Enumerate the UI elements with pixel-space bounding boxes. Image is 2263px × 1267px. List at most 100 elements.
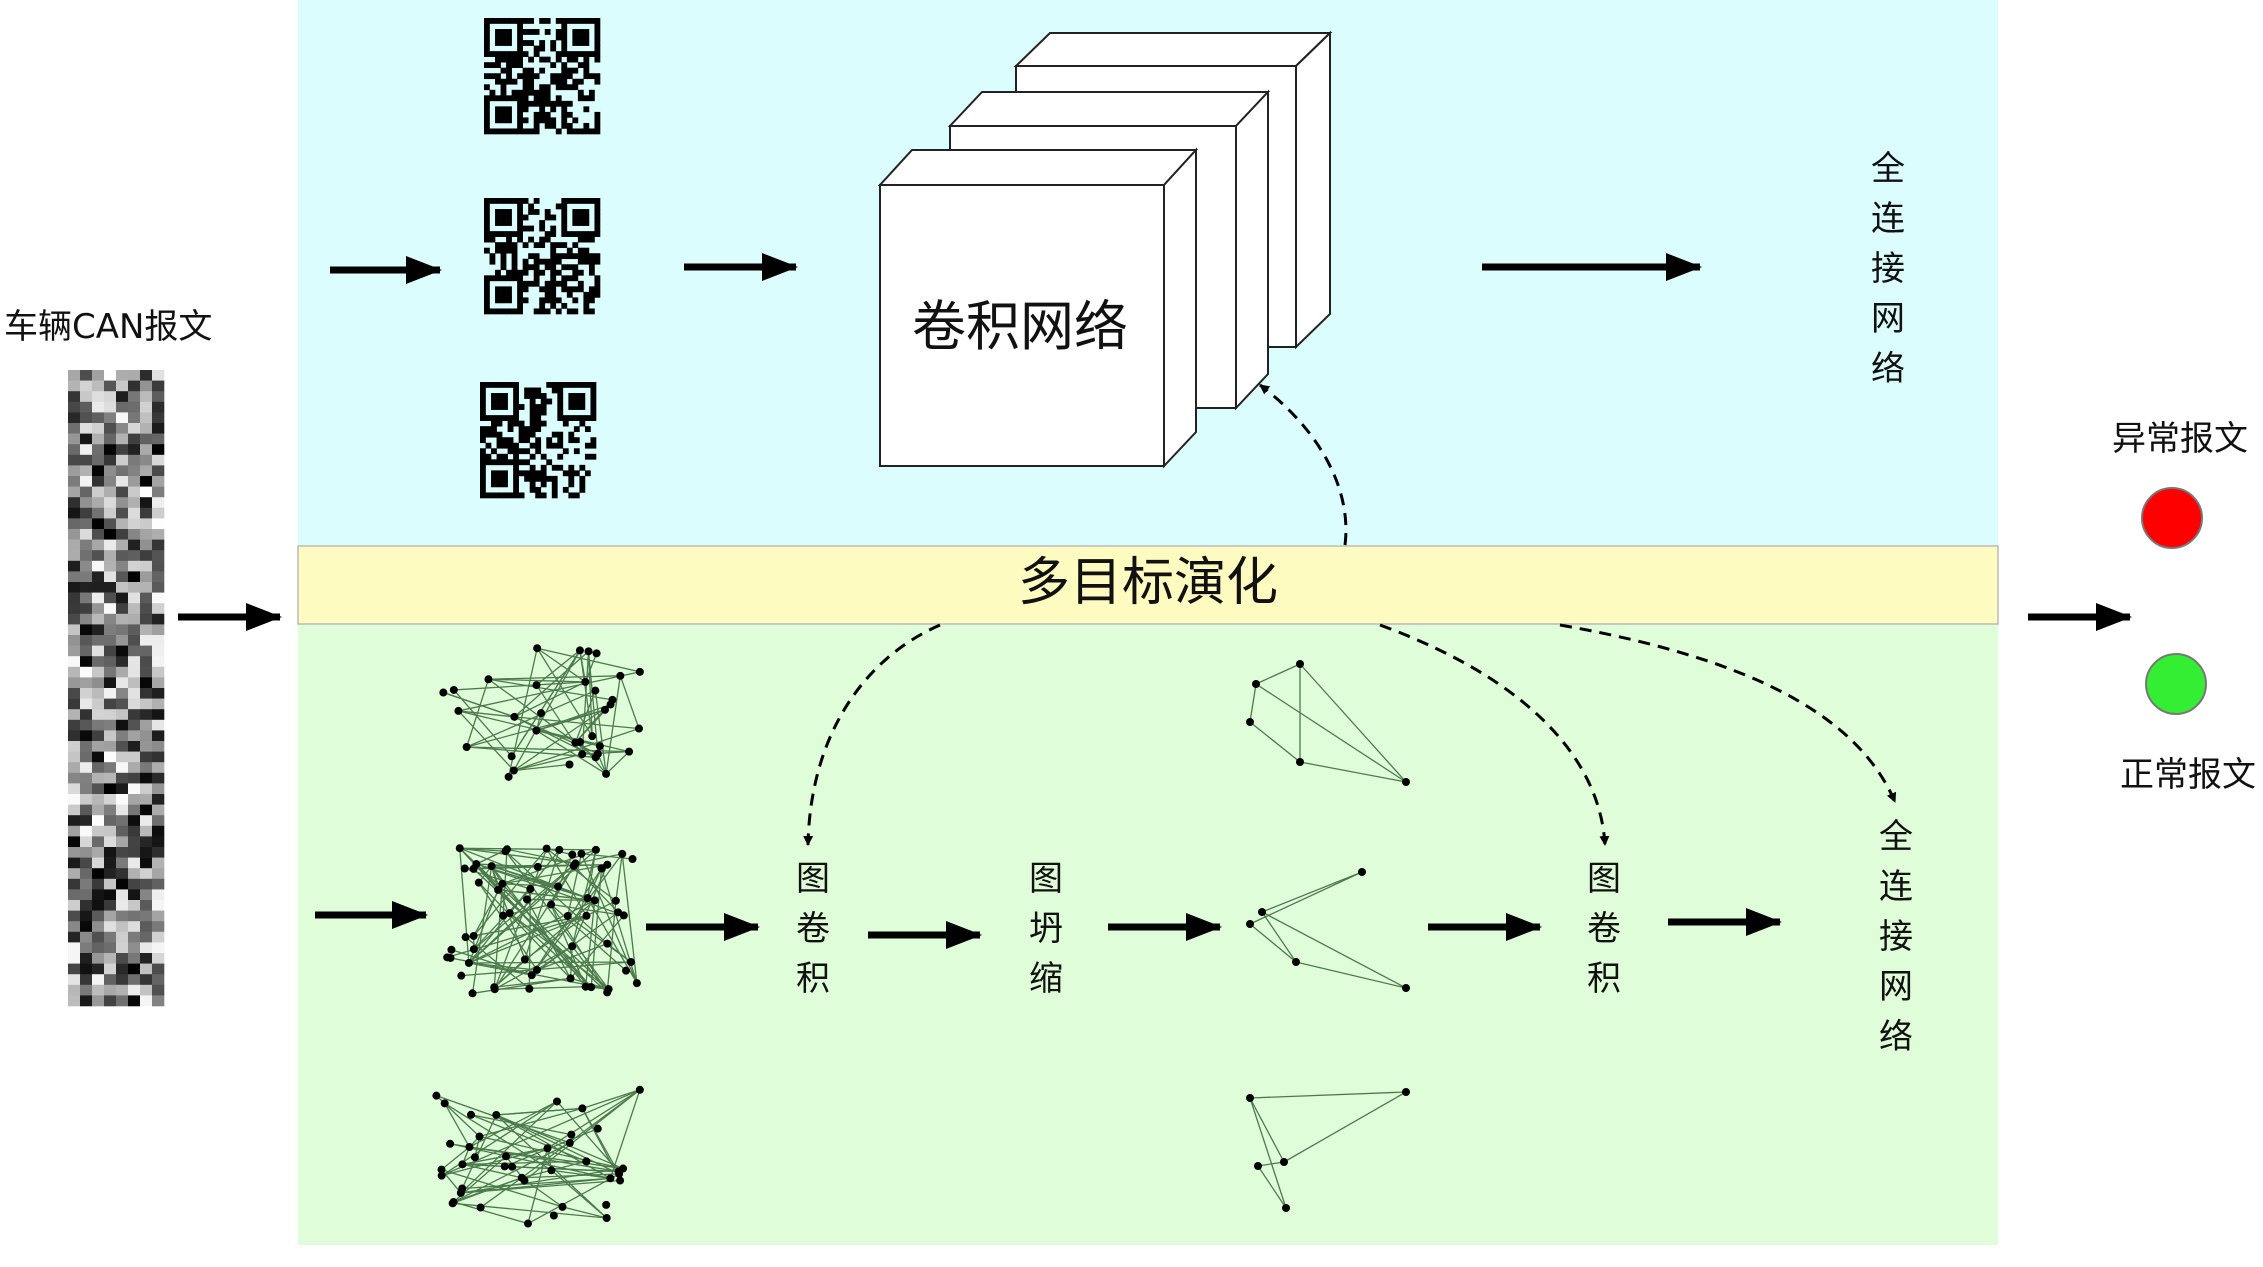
qr-module [500, 18, 507, 24]
message-cell [92, 889, 105, 901]
qr-module [539, 117, 546, 124]
qr-module [579, 420, 586, 427]
qr-module [544, 308, 551, 315]
qr-module [502, 382, 508, 388]
message-cell [80, 995, 93, 1007]
message-cell [104, 974, 117, 986]
qr-module [539, 302, 546, 309]
message-cell [68, 868, 81, 880]
message-cell [80, 847, 93, 858]
message-cell [152, 889, 165, 901]
qr-module [506, 220, 512, 226]
message-cell [68, 444, 81, 456]
message-cell [92, 666, 105, 678]
qr-module [590, 387, 597, 394]
qr-module [539, 45, 546, 52]
qr-module [517, 51, 523, 57]
qr-module [491, 470, 497, 477]
qr-module [500, 209, 507, 215]
qr-module [506, 297, 512, 304]
graph-node [454, 706, 463, 715]
message-cell [68, 560, 81, 572]
qr-module [528, 264, 535, 271]
qr-module [568, 481, 575, 488]
message-cell [80, 751, 93, 763]
message-cell [92, 465, 105, 477]
message-cell [80, 730, 93, 742]
qr-module [572, 56, 579, 63]
graph-node [525, 984, 534, 993]
message-cell [116, 518, 129, 530]
message-cell [152, 688, 165, 699]
qr-module [506, 95, 512, 102]
qr-module [577, 51, 584, 57]
graph-node [484, 675, 493, 684]
message-cell [92, 783, 105, 795]
message-cell [140, 423, 153, 434]
graph-node [502, 1152, 511, 1161]
qr-module [561, 231, 568, 237]
qr-module [506, 51, 512, 57]
qr-module [579, 382, 586, 388]
message-cell [128, 476, 141, 487]
qr-module [491, 492, 497, 499]
message-cell [68, 931, 81, 943]
message-cell [152, 476, 165, 487]
qr-module [491, 393, 497, 399]
qr-module [511, 253, 518, 260]
graph-node [457, 971, 466, 980]
qr-module [522, 95, 529, 102]
qr-module [484, 220, 490, 226]
qr-module [480, 453, 486, 460]
qr-module [588, 308, 595, 315]
message-cell [140, 984, 153, 996]
qr-module [551, 486, 558, 493]
qr-module [517, 45, 523, 52]
qr-module [491, 481, 497, 488]
graph-node [502, 845, 511, 854]
message-cell [80, 401, 93, 413]
qr-module [495, 269, 501, 276]
vertical-label-char: 图 [1587, 859, 1621, 899]
qr-module [500, 291, 507, 298]
qr-module [539, 40, 546, 46]
qr-module [539, 308, 546, 315]
qr-module [506, 73, 512, 80]
message-cell [152, 613, 165, 625]
qr-module [583, 231, 590, 237]
message-cell [128, 550, 141, 562]
qr-module [546, 442, 553, 449]
qr-module [583, 34, 590, 41]
qr-module [484, 23, 490, 30]
qr-module [506, 40, 512, 46]
qr-module [500, 128, 507, 135]
qr-module [522, 18, 529, 24]
message-cell [92, 953, 105, 964]
graph-node [628, 855, 637, 864]
qr-module [502, 393, 508, 399]
qr-module [561, 45, 568, 52]
message-cell [116, 751, 129, 763]
qr-module [561, 302, 568, 309]
qr-module [517, 23, 523, 30]
message-cell [80, 560, 93, 572]
qr-module [506, 78, 512, 85]
qr-module [496, 415, 503, 421]
qr-module [590, 415, 597, 421]
qr-module [524, 431, 531, 438]
qr-module [539, 258, 546, 265]
qr-module [500, 297, 507, 304]
qr-module [522, 269, 529, 276]
message-cell [68, 772, 81, 784]
message-cell [128, 444, 141, 456]
qr-module [524, 470, 531, 477]
qr-module [528, 225, 535, 232]
qr-module [566, 231, 573, 237]
qr-module [502, 398, 508, 405]
qr-module [583, 236, 590, 243]
qr-module [577, 236, 584, 243]
qr-module [495, 209, 501, 215]
qr-module [484, 100, 490, 107]
message-cell [104, 762, 117, 774]
graph-node [563, 911, 572, 920]
